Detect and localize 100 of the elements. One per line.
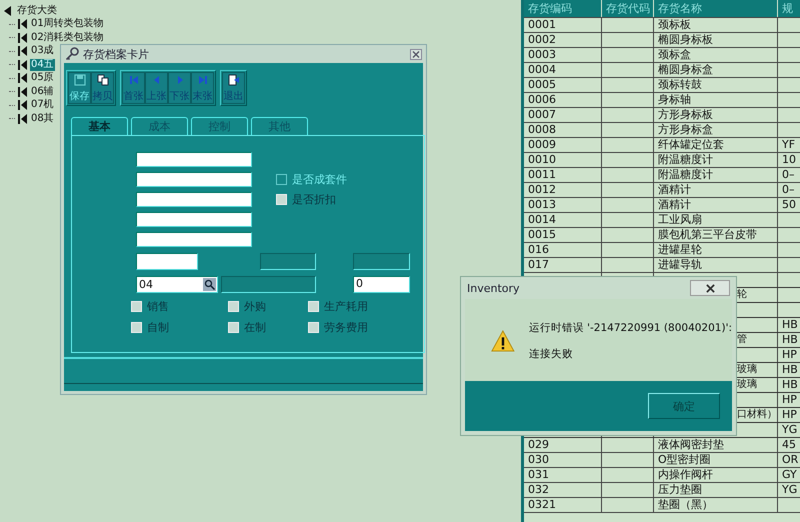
table-cell: 颈标盒 <box>658 48 691 61</box>
tree-item[interactable]: 03成 <box>30 45 55 58</box>
close-button[interactable] <box>690 280 730 296</box>
table-cell: 口材料） <box>737 409 777 420</box>
input-field[interactable]: 0 <box>353 276 410 292</box>
tree-item[interactable]: 04五 <box>30 58 55 71</box>
table-cell: 016 <box>528 243 549 256</box>
first-record-icon <box>18 19 27 30</box>
checkbox-label: 是否折扣 <box>292 192 336 207</box>
dialog-title: Inventory <box>467 282 520 294</box>
window-title: 存货档案卡片 <box>83 46 149 62</box>
tab[interactable]: 基本 <box>71 117 128 135</box>
search-icon[interactable] <box>203 278 216 290</box>
tree-item[interactable]: 01周转类包装物 <box>30 18 105 30</box>
column-header[interactable]: 存货编码 <box>524 0 602 17</box>
key-icon <box>65 47 79 61</box>
table-cell: 椭圆身标盒 <box>658 63 713 76</box>
table-cell: HB <box>782 318 798 331</box>
first-record-icon <box>18 114 27 124</box>
tree-item[interactable]: 07机 <box>30 99 55 112</box>
tree-item[interactable]: 06辅 <box>30 86 55 98</box>
table-cell: 0011 <box>528 168 556 181</box>
toolbar-button[interactable]: 拷贝 <box>91 72 114 104</box>
first-record-icon <box>18 60 27 70</box>
toolbar-button[interactable]: 首张 <box>122 72 145 104</box>
first-record-icon <box>18 86 27 97</box>
table-cell: HB <box>782 333 798 346</box>
table-cell: HB <box>782 378 798 391</box>
tree-item[interactable]: 存货大类 <box>16 4 58 17</box>
copy-icon <box>96 74 108 86</box>
table-cell: 玻璃 <box>737 379 757 390</box>
table-cell: 附温糖度计 <box>658 168 713 181</box>
table-cell: 椭圆身标板 <box>658 33 713 46</box>
checkbox-label: 是否成套件 <box>292 172 347 187</box>
table-cell: 030 <box>528 453 549 466</box>
close-icon <box>706 284 714 292</box>
table-cell: 032 <box>528 483 549 496</box>
tree-item[interactable]: 02消耗类包装物 <box>30 32 105 44</box>
tab[interactable]: 控制 <box>191 117 248 135</box>
table-cell: 10 <box>782 153 796 166</box>
table-cell: YG <box>782 423 798 436</box>
ok-button[interactable]: 确定 <box>648 393 720 419</box>
table-cell: 轮 <box>737 289 747 300</box>
table-cell: 玻璃 <box>737 364 757 375</box>
toolbar-button[interactable]: 末张 <box>191 72 214 104</box>
table-cell: 0004 <box>528 63 556 76</box>
table-cell: 身标轴 <box>658 93 691 106</box>
table-cell: GY <box>782 468 797 481</box>
input-field[interactable] <box>136 172 252 187</box>
checkbox-label: 外购 <box>244 298 266 314</box>
table-cell: 压力垫圈 <box>658 483 702 496</box>
table-cell: YF <box>782 138 796 151</box>
input-field[interactable] <box>136 152 252 167</box>
last-record-icon <box>196 74 208 86</box>
lookup-field[interactable]: 04 <box>136 276 218 292</box>
table-cell: 附温糖度计 <box>658 153 713 166</box>
table-cell: 0009 <box>528 138 556 151</box>
table-cell: 酒精计 <box>658 198 691 211</box>
table-cell: 颈标转鼓 <box>658 78 702 91</box>
table-cell: 管 <box>737 334 747 345</box>
input-field[interactable] <box>136 192 252 207</box>
input-field[interactable] <box>136 252 198 270</box>
column-header[interactable]: 存货代码 <box>602 0 654 17</box>
table-cell: 0008 <box>528 123 556 136</box>
table-cell: 方形身标盒 <box>658 123 713 136</box>
table-cell: 0006 <box>528 93 556 106</box>
input-field[interactable] <box>136 232 252 247</box>
table-cell: 0002 <box>528 33 556 46</box>
toolbar-button[interactable]: 上张 <box>145 72 168 104</box>
input-field[interactable] <box>136 212 252 227</box>
tab[interactable]: 成本 <box>131 117 188 135</box>
table-cell: OR <box>782 453 798 466</box>
first-record-icon <box>18 46 27 56</box>
table-cell: 颈标板 <box>658 18 691 31</box>
collapse-arrow-icon[interactable] <box>4 6 12 16</box>
checkbox-label: 生产耗用 <box>324 298 368 314</box>
error-message: 运行时错误 '-2147220991 (80040201)': <box>528 321 732 335</box>
table-cell: 进罐导轨 <box>658 258 702 271</box>
table-cell: HP <box>782 393 797 406</box>
tree-item[interactable]: 08其 <box>30 112 55 125</box>
tab[interactable]: 其他 <box>251 117 308 135</box>
table-cell: 50 <box>782 198 796 211</box>
table-cell: 0003 <box>528 48 556 61</box>
table-cell: 垫圈（黑） <box>658 498 713 511</box>
close-icon[interactable] <box>410 48 422 60</box>
table-cell: HP <box>782 408 797 421</box>
warning-icon <box>491 329 515 353</box>
column-header[interactable]: 规 <box>778 0 800 17</box>
column-header[interactable]: 存货名称 <box>654 0 778 17</box>
table-cell: 0012 <box>528 183 556 196</box>
toolbar-button[interactable]: 退出 <box>222 72 245 104</box>
toolbar-button[interactable]: 下张 <box>168 72 191 104</box>
table-cell: 0007 <box>528 108 556 121</box>
table-cell: 进罐星轮 <box>658 243 702 256</box>
tree-item[interactable]: 05原 <box>30 72 55 84</box>
table-cell: 0014 <box>528 213 556 226</box>
checkbox-label: 劳务费用 <box>324 320 368 334</box>
table-cell: 0015 <box>528 228 556 241</box>
table-cell: 0013 <box>528 198 556 211</box>
table-cell: O型密封圈 <box>658 453 711 466</box>
